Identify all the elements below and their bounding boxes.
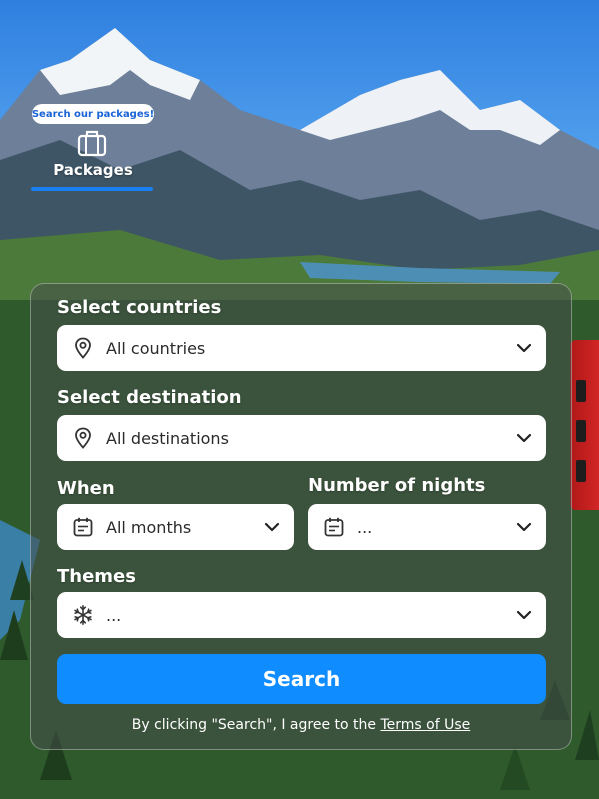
calendar-icon [323, 516, 345, 538]
when-select[interactable]: All months [57, 504, 294, 550]
terms-of-use-link[interactable]: Terms of Use [380, 717, 470, 733]
chevron-down-icon [516, 433, 532, 443]
countries-label: Select countries [57, 297, 222, 318]
when-value: All months [106, 517, 192, 537]
nights-select[interactable]: ... [308, 504, 546, 550]
tab-packages[interactable]: Search our packages! Packages [31, 104, 155, 196]
search-button[interactable]: Search [57, 654, 546, 704]
countries-select[interactable]: All countries [57, 325, 546, 371]
destination-label: Select destination [57, 387, 242, 408]
countries-value: All countries [106, 338, 206, 358]
nights-value: ... [357, 517, 373, 537]
calendar-icon [72, 516, 94, 538]
map-pin-icon [72, 427, 94, 449]
snowflake-icon [72, 604, 94, 626]
nights-label: Number of nights [308, 475, 486, 496]
terms-text: By clicking "Search", I agree to the [131, 717, 381, 733]
themes-value: ... [106, 605, 122, 625]
chevron-down-icon [516, 610, 532, 620]
map-pin-icon [72, 337, 94, 359]
active-tab-indicator [31, 187, 153, 191]
train-image [570, 340, 599, 510]
chevron-down-icon [516, 522, 532, 532]
chevron-down-icon [516, 343, 532, 353]
destination-value: All destinations [106, 428, 229, 448]
packages-badge: Search our packages! [32, 104, 154, 124]
suitcase-icon [77, 130, 107, 157]
themes-label: Themes [57, 566, 136, 587]
themes-select[interactable]: ... [57, 592, 546, 638]
chevron-down-icon [264, 522, 280, 532]
tab-label: Packages [53, 161, 133, 179]
when-label: When [57, 478, 115, 499]
terms-notice: By clicking "Search", I agree to the Ter… [30, 717, 572, 733]
destination-select[interactable]: All destinations [57, 415, 546, 461]
